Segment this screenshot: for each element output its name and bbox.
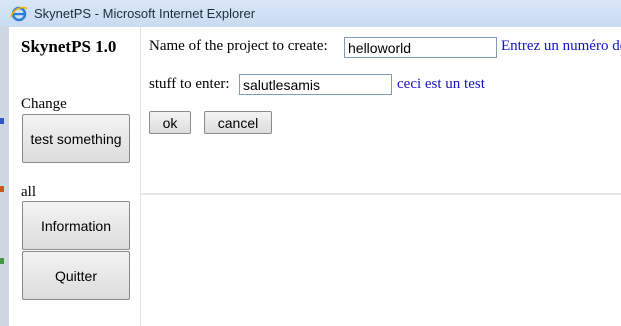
project-name-hint: Entrez un numéro de <box>501 38 621 54</box>
sidebar-frame: SkynetPS 1.0 Change test something all I… <box>9 27 141 326</box>
window-title: SkynetPS - Microsoft Internet Explorer <box>34 6 256 21</box>
title-bar: SkynetPS - Microsoft Internet Explorer <box>0 0 621 28</box>
change-section-label: Change <box>21 96 67 112</box>
stuff-hint: ceci est un test <box>397 76 485 92</box>
browser-window: SkynetPS - Microsoft Internet Explorer S… <box>0 0 621 326</box>
app-title: SkynetPS 1.0 <box>21 37 117 56</box>
page-content: SkynetPS 1.0 Change test something all I… <box>9 27 621 326</box>
ok-button[interactable]: ok <box>149 111 191 134</box>
bottom-frame <box>141 195 621 326</box>
cancel-button[interactable]: cancel <box>204 111 272 134</box>
internet-explorer-icon <box>10 6 28 22</box>
test-something-button[interactable]: test something <box>22 114 130 163</box>
desktop-background <box>0 26 9 326</box>
main-frame: Name of the project to create: Entrez un… <box>141 27 621 195</box>
information-button[interactable]: Information <box>22 201 130 250</box>
project-name-input[interactable] <box>344 37 497 58</box>
all-section-label: all <box>21 184 36 200</box>
quit-button[interactable]: Quitter <box>22 251 130 300</box>
project-name-label: Name of the project to create: <box>149 38 328 54</box>
stuff-label: stuff to enter: <box>149 76 230 92</box>
stuff-input[interactable] <box>239 74 392 95</box>
